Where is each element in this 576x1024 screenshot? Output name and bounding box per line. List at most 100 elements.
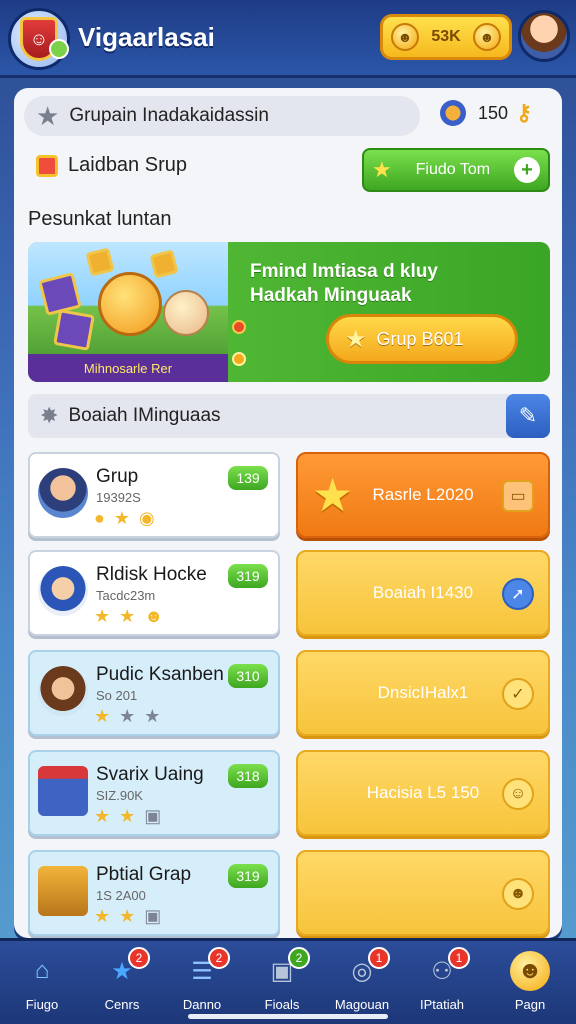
nav-label: Cenrs bbox=[104, 997, 140, 1012]
nav-badge: 1 bbox=[368, 947, 390, 969]
star-rating-icon: ★ ★ ▣ bbox=[94, 806, 164, 826]
star-rating-icon: ★ ★ ▣ bbox=[94, 906, 164, 926]
banner-text-line2: Hadkah Minguaak bbox=[250, 285, 412, 306]
banner-illustration: Mihnosarle Rer bbox=[28, 242, 228, 382]
reward-button[interactable]: ☻ bbox=[296, 850, 550, 936]
nav-item-pagn[interactable]: ☻ Pagn bbox=[494, 951, 566, 1023]
member-avatar bbox=[38, 666, 88, 716]
top-bar: ☺ Vigaarlasai ☻ 53K ☻ bbox=[0, 0, 576, 78]
member-card[interactable]: Pudic Ksanben So 201 ★ ★ ★ 310 bbox=[28, 650, 280, 736]
member-name: Pbtial Grap bbox=[96, 864, 192, 885]
reward-button[interactable]: DnsicIHalx1 ✓ bbox=[296, 650, 550, 736]
logo-badge-icon bbox=[49, 39, 69, 59]
member-score: 319 bbox=[228, 564, 268, 588]
badge-icons: ● ★ ◉ bbox=[94, 508, 157, 528]
weekly-action-button[interactable]: ✎ bbox=[506, 394, 550, 438]
home-indicator bbox=[188, 1014, 388, 1019]
member-sub: 1S 2A00 bbox=[96, 888, 146, 903]
member-score: 139 bbox=[228, 466, 268, 490]
currency-value: 53K bbox=[431, 28, 461, 45]
reward-label: Hacisia L5 150 bbox=[366, 783, 480, 802]
key-icon: ⚷ bbox=[516, 100, 533, 125]
leaderboard-icon bbox=[36, 154, 58, 177]
main-panel: ★ Grupain Inadakaidassin 150 ⚷ Laidban S… bbox=[14, 88, 562, 938]
nav-item-cards[interactable]: ★ 2 Cenrs bbox=[86, 947, 158, 1023]
leaderboard-label: Laidban Srup bbox=[68, 154, 187, 176]
gift-box-icon bbox=[38, 766, 88, 816]
reward-label: Rasrle L2020 bbox=[372, 485, 474, 504]
app-title: Vigaarlasai bbox=[78, 22, 215, 52]
member-score: 319 bbox=[228, 864, 268, 888]
coin-face-icon: ☻ bbox=[472, 23, 501, 51]
smile-icon: ☺ bbox=[502, 778, 534, 810]
find-team-button[interactable]: ★ Fiudo Tom + bbox=[362, 148, 550, 192]
weekly-header: ✸ Boaiah IMinguaas ✎ bbox=[28, 394, 550, 438]
star-rating-icon: ★ ★ ★ bbox=[94, 706, 163, 726]
banner-dots bbox=[232, 320, 246, 382]
mascot-icon bbox=[98, 272, 162, 336]
treasure-chest-icon bbox=[38, 866, 88, 916]
share-icon: ➚ bbox=[502, 578, 534, 610]
mascot-friend-icon bbox=[163, 290, 209, 336]
member-name: Svarix Uaing bbox=[96, 764, 204, 785]
member-avatar bbox=[38, 468, 88, 518]
dot-icon bbox=[232, 320, 246, 334]
star-icon: ★ bbox=[345, 325, 367, 353]
nav-label: Danno bbox=[182, 997, 222, 1012]
leaderboard-row[interactable]: Laidban Srup bbox=[36, 154, 187, 177]
find-team-label: Fiudo Tom bbox=[415, 161, 491, 178]
star-icon: ★ bbox=[312, 469, 354, 521]
weekly-title: Boaiah IMinguaas bbox=[68, 405, 221, 426]
reward-button[interactable]: ★ Rasrle L2020 ▭ bbox=[296, 452, 550, 538]
event-banner[interactable]: Mihnosarle Rer Fmind lmtiasa d kluy Hadk… bbox=[28, 242, 550, 382]
reward-button[interactable]: Boaiah I1430 ➚ bbox=[296, 550, 550, 636]
nav-badge: 2 bbox=[208, 947, 230, 969]
member-score: 310 bbox=[228, 664, 268, 688]
group-header: ★ Grupain Inadakaidassin bbox=[24, 96, 420, 136]
member-sub: 19392S bbox=[96, 490, 141, 505]
puzzle-tile-icon bbox=[53, 309, 95, 351]
nav-badge: 2 bbox=[128, 947, 150, 969]
section-title: Pesunkat luntan bbox=[28, 208, 172, 230]
banner-text: Fmind lmtiasa d kluy Hadkah Minguaak bbox=[250, 260, 438, 308]
star-icon: ★ bbox=[36, 100, 60, 131]
currency-button[interactable]: ☻ 53K ☻ bbox=[380, 14, 512, 60]
member-card[interactable]: Rldisk Hocke Tacdc23m ★ ★ ☻ 319 bbox=[28, 550, 280, 636]
member-card[interactable]: Svarix Uaing SIZ.90K ★ ★ ▣ 318 bbox=[28, 750, 280, 836]
check-icon: ✓ bbox=[502, 678, 534, 710]
banner-group-button[interactable]: ★ Grup B601 bbox=[326, 314, 518, 364]
nav-item-profile[interactable]: ⚇ 1 IPtatiah bbox=[406, 947, 478, 1023]
reward-button[interactable]: Hacisia L5 150 ☺ bbox=[296, 750, 550, 836]
member-name: Pudic Ksanben bbox=[96, 664, 224, 685]
star-icon: ★ bbox=[372, 157, 392, 182]
member-avatar bbox=[38, 566, 88, 616]
member-name: Rldisk Hocke bbox=[96, 564, 207, 585]
nav-item-danno[interactable]: ☰ 2 Danno bbox=[166, 947, 238, 1023]
member-sub: Tacdc23m bbox=[96, 588, 156, 603]
profile-avatar[interactable] bbox=[518, 10, 570, 62]
smiley-icon: ☻ bbox=[510, 951, 550, 991]
banner-caption: Mihnosarle Rer bbox=[28, 354, 228, 382]
home-icon: ⌂ bbox=[34, 957, 50, 984]
bottom-nav: ⌂ Fiugo ★ 2 Cenrs ☰ 2 Danno ▣ 2 Fioals ◎… bbox=[0, 938, 576, 1024]
reward-label: Boaiah I1430 bbox=[372, 583, 474, 602]
member-card[interactable]: Grup 19392S ● ★ ◉ 139 bbox=[28, 452, 280, 538]
medal-icon bbox=[440, 100, 466, 126]
nav-item-home[interactable]: ⌂ Fiugo bbox=[6, 951, 78, 1023]
banner-button-label: Grup B601 bbox=[376, 328, 464, 349]
nav-badge: 1 bbox=[448, 947, 470, 969]
group-title: Grupain Inadakaidassin bbox=[69, 105, 269, 126]
game-logo[interactable]: ☺ bbox=[8, 8, 70, 70]
banner-text-line1: Fmind lmtiasa d kluy bbox=[250, 261, 438, 282]
nav-label: Pagn bbox=[514, 997, 546, 1012]
member-name: Grup bbox=[96, 466, 139, 487]
nav-item-magouan[interactable]: ◎ 1 Magouan bbox=[326, 947, 398, 1023]
member-sub: SIZ.90K bbox=[96, 788, 143, 803]
star-rating-icon: ★ ★ ☻ bbox=[94, 606, 166, 626]
wallet-icon: ▭ bbox=[502, 480, 534, 512]
rank-display[interactable]: 150 ⚷ bbox=[440, 100, 532, 126]
nav-label: Fiugo bbox=[25, 997, 59, 1012]
member-score: 318 bbox=[228, 764, 268, 788]
nav-item-fioals[interactable]: ▣ 2 Fioals bbox=[246, 947, 318, 1023]
member-card[interactable]: Pbtial Grap 1S 2A00 ★ ★ ▣ 319 bbox=[28, 850, 280, 936]
